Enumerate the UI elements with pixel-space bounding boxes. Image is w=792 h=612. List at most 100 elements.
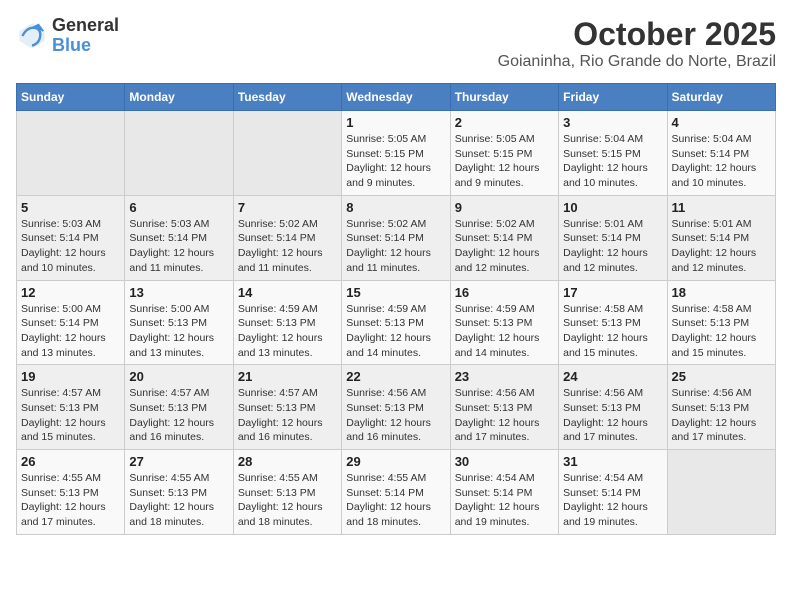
day-number: 7 <box>238 200 337 215</box>
day-number: 27 <box>129 454 228 469</box>
calendar-cell: 15 Sunrise: 4:59 AM Sunset: 5:13 PM Dayli… <box>342 280 450 365</box>
calendar-cell <box>233 111 341 196</box>
day-info: Sunrise: 5:03 AM Sunset: 5:14 PM Dayligh… <box>21 217 120 276</box>
day-number: 25 <box>672 369 771 384</box>
header-day-saturday: Saturday <box>667 84 775 111</box>
day-info: Sunrise: 4:58 AM Sunset: 5:13 PM Dayligh… <box>563 302 662 361</box>
day-info: Sunrise: 4:58 AM Sunset: 5:13 PM Dayligh… <box>672 302 771 361</box>
day-number: 6 <box>129 200 228 215</box>
day-number: 18 <box>672 285 771 300</box>
day-number: 11 <box>672 200 771 215</box>
calendar-cell: 3Sunrise: 5:04 AM Sunset: 5:15 PM Daylig… <box>559 111 667 196</box>
logo: General Blue <box>16 16 119 56</box>
calendar-week-5: 26 Sunrise: 4:55 AM Sunset: 5:13 PM Dayli… <box>17 450 776 535</box>
day-number: 28 <box>238 454 337 469</box>
day-info: Sunrise: 4:57 AM Sunset: 5:13 PM Dayligh… <box>21 386 120 445</box>
day-info: Sunrise: 4:59 AM Sunset: 5:13 PM Dayligh… <box>455 302 554 361</box>
header-day-sunday: Sunday <box>17 84 125 111</box>
calendar-cell: 6 Sunrise: 5:03 AM Sunset: 5:14 PM Daylig… <box>125 195 233 280</box>
day-info: Sunrise: 5:04 AM Sunset: 5:15 PM Dayligh… <box>563 132 662 191</box>
day-info: Sunrise: 4:56 AM Sunset: 5:13 PM Dayligh… <box>346 386 445 445</box>
day-info: Sunrise: 5:00 AM Sunset: 5:13 PM Dayligh… <box>129 302 228 361</box>
day-number: 16 <box>455 285 554 300</box>
calendar-cell: 18 Sunrise: 4:58 AM Sunset: 5:13 PM Dayli… <box>667 280 775 365</box>
calendar-cell: 5Sunrise: 5:03 AM Sunset: 5:14 PM Daylig… <box>17 195 125 280</box>
day-number: 14 <box>238 285 337 300</box>
header-row: SundayMondayTuesdayWednesdayThursdayFrid… <box>17 84 776 111</box>
calendar-cell: 24 Sunrise: 4:56 AM Sunset: 5:13 PM Dayli… <box>559 365 667 450</box>
calendar-cell: 22 Sunrise: 4:56 AM Sunset: 5:13 PM Dayli… <box>342 365 450 450</box>
calendar-cell: 7 Sunrise: 5:02 AM Sunset: 5:14 PM Daylig… <box>233 195 341 280</box>
day-number: 12 <box>21 285 120 300</box>
day-info: Sunrise: 4:56 AM Sunset: 5:13 PM Dayligh… <box>563 386 662 445</box>
calendar-week-4: 19 Sunrise: 4:57 AM Sunset: 5:13 PM Dayli… <box>17 365 776 450</box>
day-number: 26 <box>21 454 120 469</box>
logo-general: General <box>52 15 119 35</box>
day-info: Sunrise: 4:55 AM Sunset: 5:13 PM Dayligh… <box>21 471 120 530</box>
day-number: 8 <box>346 200 445 215</box>
calendar-cell: 1 Sunrise: 5:05 AM Sunset: 5:15 PM Daylig… <box>342 111 450 196</box>
month-title: October 2025 <box>498 16 776 53</box>
calendar-table: SundayMondayTuesdayWednesdayThursdayFrid… <box>16 83 776 535</box>
day-number: 22 <box>346 369 445 384</box>
page-header: General Blue October 2025 Goianinha, Rio… <box>16 16 776 71</box>
day-number: 10 <box>563 200 662 215</box>
day-info: Sunrise: 4:56 AM Sunset: 5:13 PM Dayligh… <box>455 386 554 445</box>
calendar-week-1: 1 Sunrise: 5:05 AM Sunset: 5:15 PM Daylig… <box>17 111 776 196</box>
logo-blue: Blue <box>52 35 91 55</box>
calendar-cell: 11 Sunrise: 5:01 AM Sunset: 5:14 PM Dayli… <box>667 195 775 280</box>
day-info: Sunrise: 5:05 AM Sunset: 5:15 PM Dayligh… <box>346 132 445 191</box>
day-number: 29 <box>346 454 445 469</box>
day-number: 21 <box>238 369 337 384</box>
day-number: 19 <box>21 369 120 384</box>
calendar-cell: 29 Sunrise: 4:55 AM Sunset: 5:14 PM Dayli… <box>342 450 450 535</box>
header-day-tuesday: Tuesday <box>233 84 341 111</box>
calendar-cell <box>17 111 125 196</box>
calendar-cell: 16 Sunrise: 4:59 AM Sunset: 5:13 PM Dayli… <box>450 280 558 365</box>
calendar-week-2: 5Sunrise: 5:03 AM Sunset: 5:14 PM Daylig… <box>17 195 776 280</box>
calendar-cell: 28Sunrise: 4:55 AM Sunset: 5:13 PM Dayli… <box>233 450 341 535</box>
day-number: 13 <box>129 285 228 300</box>
day-info: Sunrise: 4:55 AM Sunset: 5:13 PM Dayligh… <box>129 471 228 530</box>
day-info: Sunrise: 5:02 AM Sunset: 5:14 PM Dayligh… <box>346 217 445 276</box>
calendar-cell: 12Sunrise: 5:00 AM Sunset: 5:14 PM Dayli… <box>17 280 125 365</box>
logo-text: General Blue <box>52 16 119 56</box>
day-number: 31 <box>563 454 662 469</box>
header-day-monday: Monday <box>125 84 233 111</box>
calendar-cell: 26 Sunrise: 4:55 AM Sunset: 5:13 PM Dayli… <box>17 450 125 535</box>
day-info: Sunrise: 5:05 AM Sunset: 5:15 PM Dayligh… <box>455 132 554 191</box>
location-title: Goianinha, Rio Grande do Norte, Brazil <box>498 53 776 71</box>
day-info: Sunrise: 4:56 AM Sunset: 5:13 PM Dayligh… <box>672 386 771 445</box>
calendar-cell: 19 Sunrise: 4:57 AM Sunset: 5:13 PM Dayli… <box>17 365 125 450</box>
day-info: Sunrise: 4:57 AM Sunset: 5:13 PM Dayligh… <box>129 386 228 445</box>
calendar-cell: 2 Sunrise: 5:05 AM Sunset: 5:15 PM Daylig… <box>450 111 558 196</box>
header-day-wednesday: Wednesday <box>342 84 450 111</box>
day-number: 9 <box>455 200 554 215</box>
calendar-cell: 25 Sunrise: 4:56 AM Sunset: 5:13 PM Dayli… <box>667 365 775 450</box>
day-info: Sunrise: 5:01 AM Sunset: 5:14 PM Dayligh… <box>672 217 771 276</box>
day-number: 23 <box>455 369 554 384</box>
day-info: Sunrise: 5:03 AM Sunset: 5:14 PM Dayligh… <box>129 217 228 276</box>
calendar-cell: 8 Sunrise: 5:02 AM Sunset: 5:14 PM Daylig… <box>342 195 450 280</box>
day-number: 2 <box>455 115 554 130</box>
day-info: Sunrise: 5:02 AM Sunset: 5:14 PM Dayligh… <box>455 217 554 276</box>
calendar-cell <box>667 450 775 535</box>
day-number: 1 <box>346 115 445 130</box>
day-info: Sunrise: 4:55 AM Sunset: 5:14 PM Dayligh… <box>346 471 445 530</box>
title-section: October 2025 Goianinha, Rio Grande do No… <box>498 16 776 71</box>
day-number: 24 <box>563 369 662 384</box>
day-number: 15 <box>346 285 445 300</box>
calendar-cell: 13 Sunrise: 5:00 AM Sunset: 5:13 PM Dayli… <box>125 280 233 365</box>
day-info: Sunrise: 4:59 AM Sunset: 5:13 PM Dayligh… <box>346 302 445 361</box>
calendar-cell: 20 Sunrise: 4:57 AM Sunset: 5:13 PM Dayli… <box>125 365 233 450</box>
calendar-week-3: 12Sunrise: 5:00 AM Sunset: 5:14 PM Dayli… <box>17 280 776 365</box>
calendar-cell: 4Sunrise: 5:04 AM Sunset: 5:14 PM Daylig… <box>667 111 775 196</box>
day-info: Sunrise: 4:54 AM Sunset: 5:14 PM Dayligh… <box>563 471 662 530</box>
day-number: 20 <box>129 369 228 384</box>
day-number: 30 <box>455 454 554 469</box>
day-info: Sunrise: 5:02 AM Sunset: 5:14 PM Dayligh… <box>238 217 337 276</box>
day-info: Sunrise: 4:57 AM Sunset: 5:13 PM Dayligh… <box>238 386 337 445</box>
calendar-cell: 21 Sunrise: 4:57 AM Sunset: 5:13 PM Dayli… <box>233 365 341 450</box>
calendar-body: 1 Sunrise: 5:05 AM Sunset: 5:15 PM Daylig… <box>17 111 776 535</box>
calendar-cell: 14Sunrise: 4:59 AM Sunset: 5:13 PM Dayli… <box>233 280 341 365</box>
